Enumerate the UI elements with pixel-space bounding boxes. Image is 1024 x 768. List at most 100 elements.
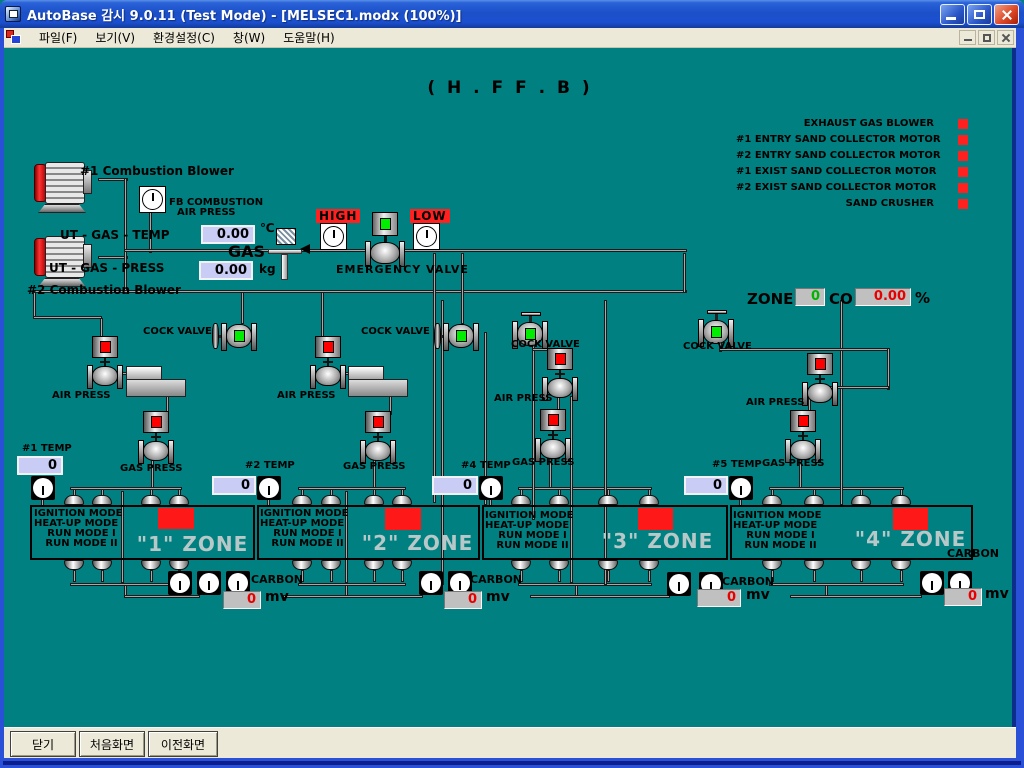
gas-press-valve-1-icon <box>139 411 173 461</box>
burner-block-2-icon <box>348 366 406 396</box>
fb-combustion-gauge-icon <box>139 186 166 213</box>
gas-press-3-label: GAS PRESS <box>512 457 574 468</box>
home-screen-button[interactable]: 처음화면 <box>79 731 145 757</box>
cock-valve-1-icon <box>212 320 264 354</box>
pipe-segment <box>771 489 774 496</box>
high-alarm-badge: HIGH <box>316 209 360 223</box>
gas-press-valve-4-icon <box>786 410 820 460</box>
burner-nozzle-icon <box>851 495 871 505</box>
zone-1-name: "1" ZONE <box>125 532 260 556</box>
pipe-segment <box>330 489 333 496</box>
pipe-segment <box>558 570 561 582</box>
pipe-segment <box>683 253 686 293</box>
burner-nozzle-icon <box>64 560 84 570</box>
zone-2-indicator <box>385 508 421 530</box>
burner-nozzle-icon <box>762 495 782 505</box>
ut-gas-press-label: UT - GAS - PRESS <box>49 262 164 275</box>
alarm-indicator-icon <box>958 119 968 129</box>
pressure-gauge-icon <box>920 571 944 595</box>
close-screen-button[interactable]: 닫기 <box>10 731 76 757</box>
burner-nozzle-icon <box>364 560 384 570</box>
pipe-segment <box>70 487 182 490</box>
pipe-segment <box>401 489 404 496</box>
burner-nozzle-icon <box>364 495 384 505</box>
gas-sensor-icon <box>268 228 302 282</box>
pipe-segment <box>433 253 436 503</box>
pipe-segment <box>283 595 423 598</box>
fb-combustion-label-2: AIR PRESS <box>177 207 235 218</box>
carbon-4-readout: 0 <box>944 588 982 606</box>
temp-1-readout: 0 <box>17 456 63 475</box>
zone-2-name: "2" ZONE <box>350 531 485 555</box>
burner-nozzle-icon <box>598 495 618 505</box>
high-gauge-icon <box>320 223 347 250</box>
pipe-segment <box>830 386 889 389</box>
pressure-gauge-icon <box>729 476 753 500</box>
burner-nozzle-icon <box>511 560 531 570</box>
pipe-segment <box>790 595 922 598</box>
carbon-4-label: CARBON <box>947 548 999 560</box>
previous-screen-button[interactable]: 이전화면 <box>148 731 218 757</box>
pressure-gauge-icon <box>168 571 192 595</box>
burner-nozzle-icon <box>851 560 871 570</box>
low-alarm-badge: LOW <box>410 209 450 223</box>
air-press-valve-2-icon <box>311 336 345 386</box>
burner-nozzle-icon <box>64 495 84 505</box>
burner-nozzle-icon <box>804 560 824 570</box>
zone-1-modes: IGNITION MODEHEAT-UP MODE RUN MODE IRUN … <box>34 509 129 549</box>
alarm-item: #1 ENTRY SAND COLLECTOR MOTOR <box>736 132 970 148</box>
air-press-valve-3-icon <box>543 348 577 398</box>
emergency-valve-icon <box>366 212 404 264</box>
zone-2-modes: IGNITION MODEHEAT-UP MODE RUN MODE IRUN … <box>260 509 355 549</box>
zone-3-indicator <box>638 508 673 530</box>
gas-press-valve-2-icon <box>361 411 395 461</box>
zone-1-indicator <box>158 508 194 529</box>
alarm-item: #2 EXIST SAND COLLECTOR MOTOR <box>736 180 970 196</box>
temp-1-label: #1 TEMP <box>22 443 72 454</box>
pipe-segment <box>518 583 652 586</box>
pipe-segment <box>769 583 904 586</box>
temp-4-readout: 0 <box>432 476 478 495</box>
burner-nozzle-icon <box>891 560 911 570</box>
alarm-item: #1 EXIST SAND COLLECTOR MOTOR <box>736 164 970 180</box>
pipe-segment <box>887 348 890 390</box>
burner-nozzle-icon <box>92 560 112 570</box>
diagram-title: ( H . F F . B ) <box>400 78 620 98</box>
pipe-segment <box>769 487 904 490</box>
pressure-gauge-icon <box>479 476 503 500</box>
burner-nozzle-icon <box>639 560 659 570</box>
pipe-segment <box>900 489 903 496</box>
pipe-segment <box>33 316 102 319</box>
pipe-segment <box>648 489 651 496</box>
pipe-segment <box>813 489 816 496</box>
pipe-segment <box>298 487 406 490</box>
burner-nozzle-icon <box>598 560 618 570</box>
air-press-valve-1-icon <box>88 336 122 386</box>
pipe-segment <box>178 489 181 496</box>
pipe-segment <box>298 583 406 586</box>
burner-nozzle-icon <box>92 495 112 505</box>
gas-press-2-label: GAS PRESS <box>343 461 405 472</box>
zone-4-modes: IGNITION MODEHEAT-UP MODE RUN MODE IRUN … <box>733 511 828 551</box>
temp-2-readout: 0 <box>212 476 256 495</box>
ut-gas-temp-label: UT - GAS - TEMP <box>60 229 170 242</box>
pipe-segment <box>607 489 610 496</box>
carbon-1-unit: mv <box>265 589 289 605</box>
blower-2-label: #2 Combustion Blower <box>27 284 181 297</box>
air-press-3-label: AIR PRESS <box>494 393 552 404</box>
low-gauge-icon <box>413 223 440 250</box>
pipe-segment <box>373 570 376 582</box>
pipe-segment <box>532 344 535 520</box>
carbon-3-readout: 0 <box>697 589 741 607</box>
pipe-segment <box>520 489 523 496</box>
pipe-segment <box>518 487 652 490</box>
burner-nozzle-icon <box>392 495 412 505</box>
burner-nozzle-icon <box>292 560 312 570</box>
pipe-segment <box>321 292 324 340</box>
alarm-indicator-icon <box>958 135 968 145</box>
zone-3-name: "3" ZONE <box>590 529 725 553</box>
window-border-bottom-inner <box>3 761 1021 765</box>
pipe-segment <box>124 595 200 598</box>
app-window: AutoBase 감시 9.0.11 (Test Mode) - [MELSEC… <box>0 0 1024 768</box>
carbon-2-label: CARBON <box>470 574 522 586</box>
